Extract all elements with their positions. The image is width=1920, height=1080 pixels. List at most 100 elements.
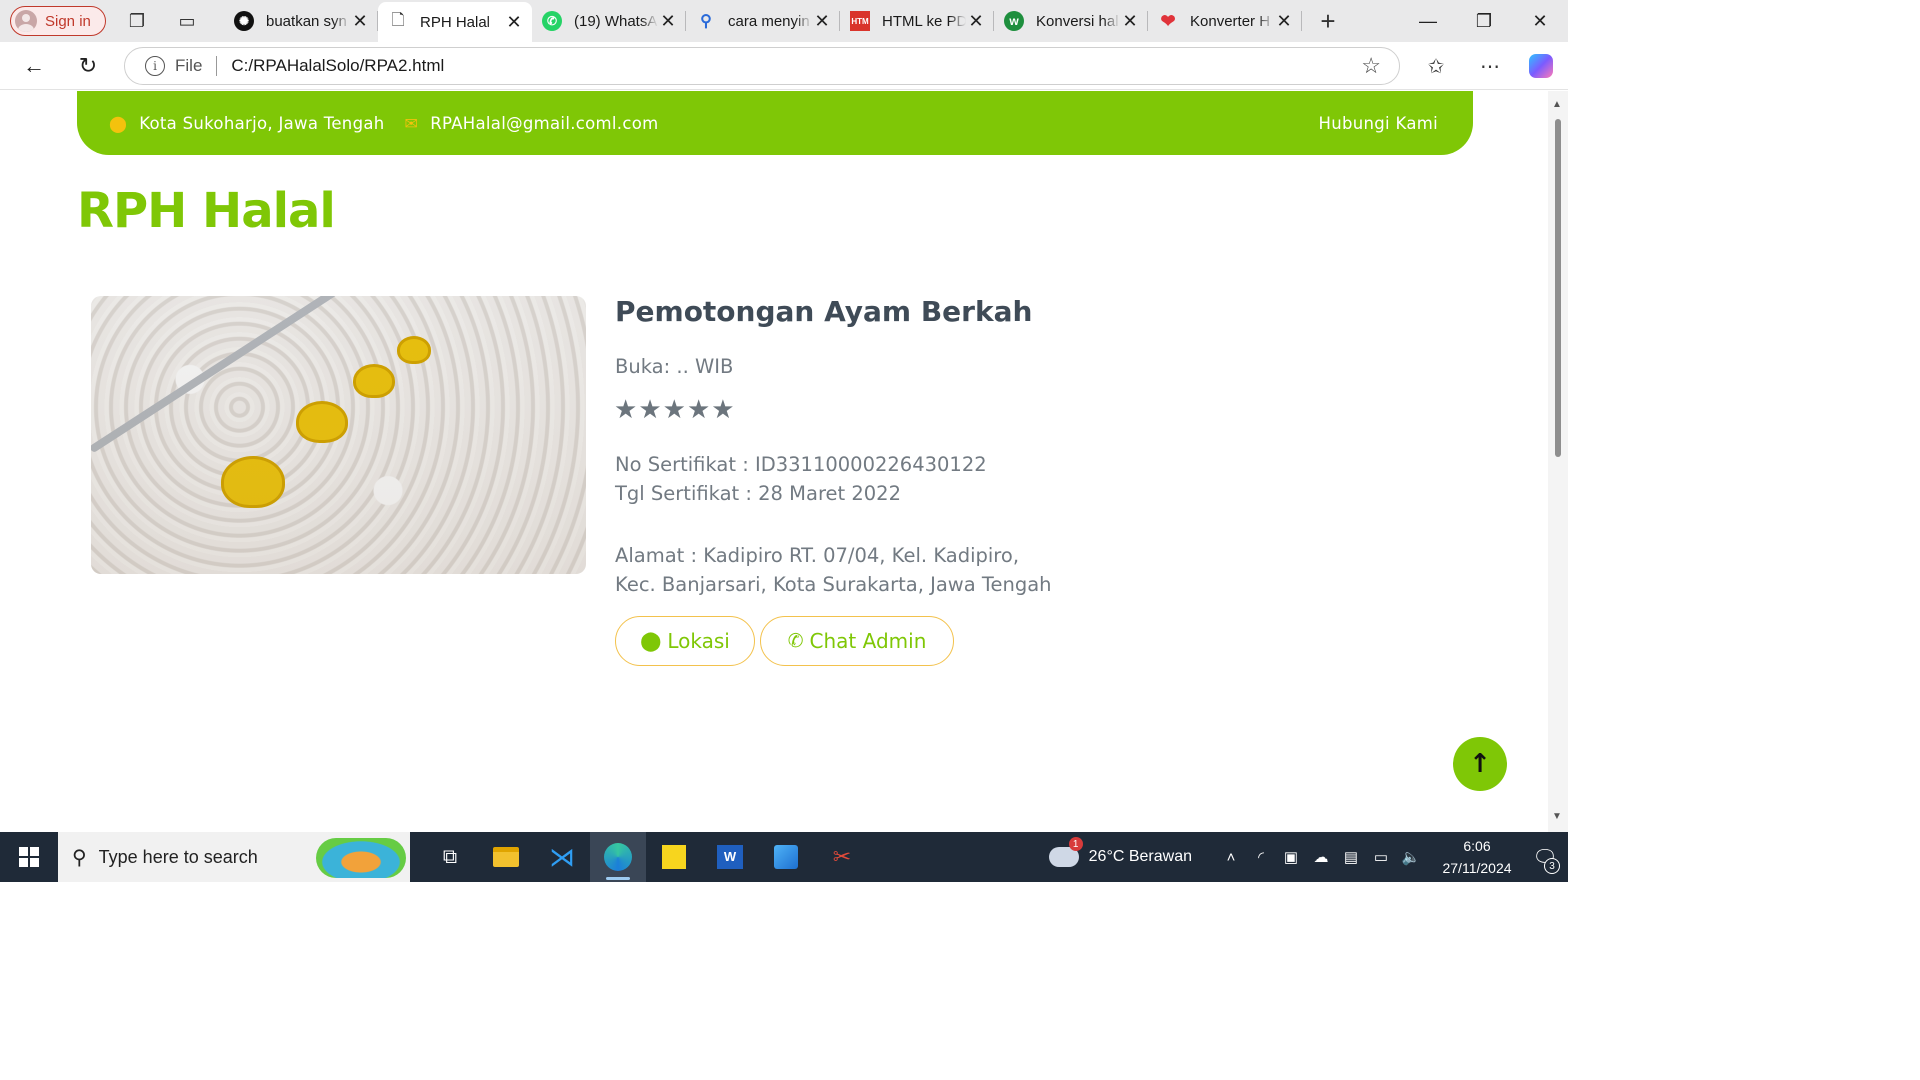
address-bar[interactable]: i File C:/RPAHalalSolo/RPA2.html ☆ [124,47,1400,85]
notification-count: 3 [1544,858,1560,874]
new-tab-button[interactable]: + [1306,0,1350,42]
refresh-icon[interactable]: ↻ [68,46,108,86]
edge-icon[interactable] [590,832,646,882]
search-icon: ⚲ [700,13,712,30]
vscode-icon[interactable]: ⋊ [534,832,590,882]
tab-title: Konversi hal [1036,12,1119,30]
meet-icon[interactable]: ▣ [1276,848,1306,866]
battery-icon[interactable]: ▭ [1366,848,1396,866]
star-icon: ★ [662,395,686,425]
location-button-label: Lokasi [667,629,730,653]
close-icon[interactable]: ✕ [350,11,370,32]
scroll-down-icon[interactable]: ▼ [1552,811,1562,822]
start-button[interactable] [0,832,58,882]
taskbar-search[interactable]: ⚲ Type here to search [58,832,410,882]
wifi-icon[interactable]: ◜ [1246,848,1276,866]
url-text[interactable]: C:/RPAHalalSolo/RPA2.html [231,56,444,76]
display-icon[interactable]: ▤ [1336,848,1366,866]
tab-1[interactable]: 🗋 RPH Halal ✕ [378,2,532,42]
sign-in-button[interactable]: Sign in [10,6,106,36]
tab-strip: Sign in ❐ ▭ ✺ buatkan syn ✕ 🗋 RPH Halal … [0,0,1568,42]
chevron-up-icon[interactable]: ˄ [1216,849,1246,866]
search-icon: ⚲ [72,846,87,869]
close-icon[interactable]: ✕ [1120,11,1140,32]
task-view-icon[interactable]: ⧉ [422,832,478,882]
chicken-farm-image [91,296,586,574]
word-icon[interactable]: W [702,832,758,882]
minimize-icon[interactable]: — [1400,0,1456,42]
chat-admin-button[interactable]: ✆ Chat Admin [760,616,954,666]
site-brand[interactable]: RPH Halal [77,183,336,239]
tab-3[interactable]: ⚲ cara menyin ✕ [686,0,840,42]
scroll-up-icon[interactable]: ▲ [1552,99,1562,110]
clock-time: 6:06 [1463,838,1491,854]
close-icon[interactable]: ✕ [812,11,832,32]
favorite-star-icon[interactable]: ☆ [1361,53,1381,79]
htmlpdf-icon: HTM [850,11,870,31]
sticky-notes-icon[interactable] [646,832,702,882]
email-text: RPAHalal@gmail.coml.com [430,113,659,133]
divider [216,56,218,76]
tab-2[interactable]: ✆ (19) WhatsA ✕ [532,0,686,42]
top-info-bar: ⬤ Kota Sukoharjo, Jawa Tengah ✉ RPAHalal… [77,91,1473,155]
back-to-top-button[interactable]: ↑ [1453,737,1507,791]
chat-admin-label: Chat Admin [809,629,927,653]
tab-actions-icon[interactable]: ▭ [170,6,204,36]
star-icon: ★ [614,395,638,425]
snipping-tool-icon[interactable]: ✂ [814,832,870,882]
arrow-up-icon: ↑ [1469,749,1491,779]
scroll-thumb[interactable] [1555,119,1561,457]
close-icon[interactable]: ✕ [658,11,678,32]
volume-icon[interactable]: 🔈 [1396,848,1426,866]
tab-0[interactable]: ✺ buatkan syn ✕ [224,0,378,42]
file-explorer-icon[interactable] [478,832,534,882]
tab-4[interactable]: HTM HTML ke PD ✕ [840,0,994,42]
restore-icon[interactable]: ❐ [1456,0,1512,42]
tab-title: RPH Halal [420,13,491,31]
close-icon[interactable]: ✕ [504,12,524,33]
more-icon[interactable]: ⋯ [1470,46,1510,86]
page-scrollbar[interactable]: ▲ ▼ [1548,91,1568,832]
openai-icon: ✺ [234,11,254,31]
close-icon[interactable]: ✕ [966,11,986,32]
photos-icon[interactable] [758,832,814,882]
weather-text: 26°C Berawan [1088,848,1192,865]
tab-5[interactable]: w Konversi hal ✕ [994,0,1148,42]
info-icon[interactable]: i [145,56,165,76]
star-icon: ★ [686,395,711,425]
sign-in-label: Sign in [45,12,91,30]
weather-badge: 1 [1068,837,1083,851]
location-text: Kota Sukoharjo, Jawa Tengah [139,113,385,133]
workspaces-icon[interactable]: ❐ [120,6,154,36]
map-pin-icon: ⬤ [109,113,128,133]
w-icon: w [1004,11,1024,31]
close-window-icon[interactable]: ✕ [1512,0,1568,42]
heart-icon: ❤ [1160,10,1176,31]
tab-title: (19) WhatsA [574,12,658,30]
whatsapp-icon: ✆ [787,630,804,652]
location-button[interactable]: ⬤ Lokasi [615,616,755,666]
avatar-icon [15,10,37,32]
scheme-label: File [175,56,203,75]
envelope-icon: ✉ [404,113,419,133]
contact-link[interactable]: Hubungi Kami [1319,114,1438,133]
favorites-icon[interactable]: ✩ [1416,46,1456,86]
copilot-icon[interactable] [1521,46,1561,86]
cloud-icon: 1 [1048,837,1083,867]
star-icon: ★ [711,395,735,425]
tab-title: buatkan syn [266,12,347,30]
tab-6[interactable]: ❤ Konverter H ✕ [1148,0,1302,42]
back-icon[interactable]: ← [14,46,54,86]
opening-hours: Buka: .. WIB [615,355,734,378]
address-row: ← ↻ i File C:/RPAHalalSolo/RPA2.html ☆ ✩… [0,42,1568,90]
notification-center-icon[interactable]: 🗨 3 [1522,832,1568,882]
clock[interactable]: 6:06 27/11/2024 [1432,835,1522,879]
close-icon[interactable]: ✕ [1274,11,1294,32]
star-icon: ★ [638,395,662,425]
tab-title: cara menyin [728,12,810,30]
onedrive-icon[interactable]: ☁ [1306,848,1336,866]
system-tray: 1 26°C Berawan ˄ ◜ ▣ ☁ ▤ ▭ 🔈 6:06 27/11/… [1048,832,1568,882]
weather-widget[interactable]: 1 26°C Berawan [1048,837,1192,867]
tab-title: Konverter H [1190,12,1271,30]
certificate-number: No Sertifikat : ID33110000226430122 [615,453,987,476]
